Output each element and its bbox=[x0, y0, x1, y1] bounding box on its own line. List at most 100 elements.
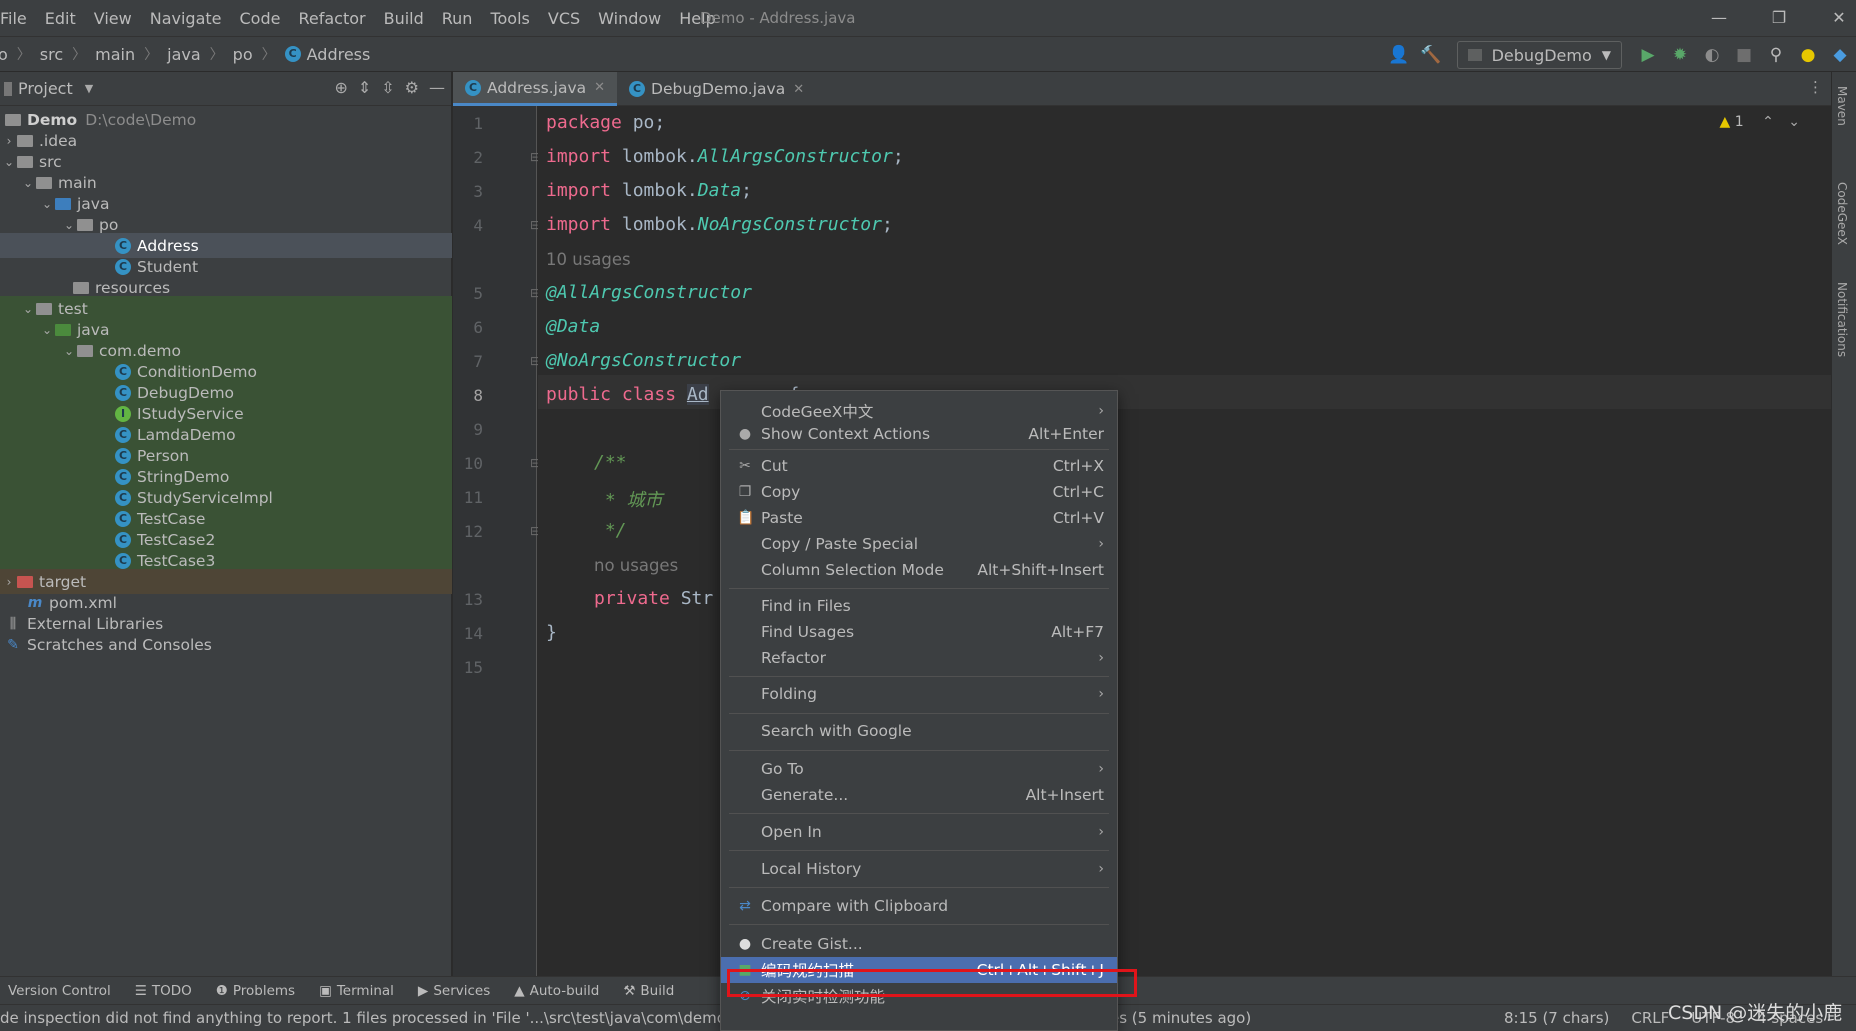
project-title[interactable]: Project bbox=[18, 79, 73, 98]
class-icon: C bbox=[115, 363, 131, 380]
close-icon[interactable]: ✕ bbox=[1824, 6, 1854, 30]
chevron-down-icon[interactable]: ⌄ bbox=[62, 344, 76, 358]
menu-item-search-with-google[interactable]: Search with Google bbox=[721, 718, 1117, 744]
class-icon: C bbox=[115, 468, 131, 485]
chevron-right-icon: › bbox=[1098, 650, 1104, 666]
chevron-down-icon[interactable]: ⌄ bbox=[62, 218, 76, 232]
close-icon[interactable]: ✕ bbox=[793, 82, 804, 97]
menu-item-paste[interactable]: 📋 Paste Ctrl+V bbox=[721, 505, 1117, 531]
menu-item-open-in[interactable]: Open In › bbox=[721, 819, 1117, 845]
menu-refactor[interactable]: Refactor bbox=[289, 9, 374, 28]
menu-item-copy[interactable]: ❐ Copy Ctrl+C bbox=[721, 479, 1117, 505]
codegeex-tool-button[interactable]: CodeGeeX bbox=[1835, 182, 1849, 245]
chevron-down-icon[interactable]: ⌄ bbox=[2, 155, 16, 169]
maven-tool-button[interactable]: Maven bbox=[1835, 86, 1849, 126]
menu-view[interactable]: View bbox=[85, 9, 141, 28]
line-separator[interactable]: CRLF bbox=[1631, 1009, 1669, 1027]
stop-icon[interactable]: ■ bbox=[1728, 45, 1760, 65]
chevron-right-icon: › bbox=[1098, 861, 1104, 877]
chevron-down-icon[interactable]: ▼ bbox=[85, 82, 93, 95]
tree-item-scratches[interactable]: ✎ Scratches and Consoles bbox=[0, 632, 452, 657]
chevron-down-icon[interactable]: ⌄ bbox=[21, 302, 35, 316]
menu-item-compare-with-clipboard[interactable]: ⇄ Compare with Clipboard bbox=[721, 893, 1117, 919]
todo-tool[interactable]: ☰ TODO bbox=[135, 983, 192, 999]
hide-icon[interactable]: — bbox=[429, 78, 445, 97]
class-icon: C bbox=[115, 447, 131, 464]
menu-item-folding[interactable]: Folding › bbox=[721, 681, 1117, 707]
tab-debugdemo-java[interactable]: C DebugDemo.java ✕ bbox=[617, 72, 816, 106]
menu-tools[interactable]: Tools bbox=[481, 9, 538, 28]
collapse-all-icon[interactable]: ⇳ bbox=[381, 78, 394, 97]
close-icon[interactable]: ✕ bbox=[594, 80, 605, 95]
problems-tool[interactable]: ❶ Problems bbox=[216, 983, 295, 999]
menu-item-local-history[interactable]: Local History › bbox=[721, 856, 1117, 882]
chevron-down-icon[interactable]: ⌄ bbox=[1788, 114, 1800, 130]
locate-icon[interactable]: ⊕ bbox=[334, 78, 347, 97]
chevron-down-icon[interactable]: ⌄ bbox=[40, 197, 54, 211]
auto-build-tool[interactable]: ▲ Auto-build bbox=[514, 983, 599, 999]
menu-item-find-in-files[interactable]: Find in Files bbox=[721, 593, 1117, 619]
tab-label: Address.java bbox=[487, 78, 587, 97]
breadcrumb-java[interactable]: java bbox=[167, 45, 201, 64]
restore-icon[interactable]: ❐ bbox=[1764, 6, 1794, 30]
chevron-right-icon[interactable]: › bbox=[2, 134, 16, 148]
menu-item-create-gist[interactable]: ● Create Gist... bbox=[721, 931, 1117, 957]
breadcrumb-main[interactable]: main bbox=[95, 45, 135, 64]
menu-code[interactable]: Code bbox=[231, 9, 290, 28]
chevron-right-icon[interactable]: › bbox=[2, 575, 16, 589]
breadcrumb-project[interactable]: o bbox=[0, 45, 8, 64]
menu-item-refactor[interactable]: Refactor › bbox=[721, 645, 1117, 671]
notifications-tool-button[interactable]: Notifications bbox=[1835, 282, 1849, 357]
menu-run[interactable]: Run bbox=[433, 9, 482, 28]
status-message[interactable]: de inspection did not find anything to r… bbox=[0, 1009, 743, 1027]
breadcrumb-address[interactable]: Address bbox=[307, 45, 371, 64]
usages-hint[interactable]: no usages bbox=[594, 556, 678, 575]
run-configuration-selector[interactable]: DebugDemo ▼ bbox=[1456, 41, 1622, 69]
menu-item-column-selection-mode[interactable]: Column Selection Mode Alt+Shift+Insert bbox=[721, 557, 1117, 583]
run-icon[interactable]: ▶ bbox=[1632, 45, 1664, 65]
gear-icon[interactable]: ⚙ bbox=[405, 78, 419, 97]
coverage-icon[interactable]: ◐ bbox=[1696, 45, 1728, 65]
user-icon[interactable]: 👤 bbox=[1383, 45, 1415, 65]
class-icon: C bbox=[115, 237, 131, 254]
chevron-up-icon[interactable]: ⌃ bbox=[1762, 114, 1774, 130]
caret-position[interactable]: 8:15 (7 chars) bbox=[1504, 1009, 1609, 1027]
debug-icon[interactable]: ✹ bbox=[1664, 45, 1696, 65]
hammer-icon[interactable]: 🔨 bbox=[1415, 45, 1447, 65]
version-control-tool[interactable]: Version Control bbox=[8, 983, 111, 999]
class-icon: C bbox=[629, 81, 646, 97]
menu-item-cut[interactable]: ✂ Cut Ctrl+X bbox=[721, 453, 1117, 479]
line-number: 6 bbox=[473, 318, 483, 337]
breadcrumb-po[interactable]: po bbox=[233, 45, 253, 64]
usages-hint[interactable]: 10 usages bbox=[546, 250, 631, 269]
menu-file[interactable]: File bbox=[0, 9, 36, 28]
menu-item-go-to[interactable]: Go To › bbox=[721, 756, 1117, 782]
breadcrumb-src[interactable]: src bbox=[40, 45, 63, 64]
menu-build[interactable]: Build bbox=[375, 9, 433, 28]
chevron-down-icon[interactable]: ⌄ bbox=[21, 176, 35, 190]
minimize-icon[interactable]: — bbox=[1704, 6, 1734, 30]
list-icon: ☰ bbox=[134, 982, 147, 999]
chevron-down-icon[interactable]: ⌄ bbox=[40, 323, 54, 337]
menu-item-copy-paste-special[interactable]: Copy / Paste Special › bbox=[721, 531, 1117, 557]
plugin-icon[interactable]: ◆ bbox=[1824, 45, 1856, 65]
menu-edit[interactable]: Edit bbox=[36, 9, 85, 28]
menu-item-show-context-actions[interactable]: ● Show Context Actions Alt+Enter bbox=[721, 421, 1117, 447]
menu-navigate[interactable]: Navigate bbox=[141, 9, 231, 28]
terminal-tool[interactable]: ▣ Terminal bbox=[319, 983, 394, 999]
expand-all-icon[interactable]: ⇕ bbox=[358, 78, 371, 97]
update-icon[interactable]: ● bbox=[1792, 45, 1824, 65]
menu-vcs[interactable]: VCS bbox=[539, 9, 589, 28]
build-tool[interactable]: ⚒ Build bbox=[623, 983, 674, 999]
services-tool[interactable]: ▶ Services bbox=[418, 983, 490, 999]
menu-window[interactable]: Window bbox=[589, 9, 670, 28]
more-icon[interactable]: ⋮ bbox=[1808, 78, 1823, 96]
right-tool-strip: Maven CodeGeeX Notifications bbox=[1831, 72, 1856, 976]
search-icon[interactable]: ⚲ bbox=[1760, 45, 1792, 65]
lightbulb-icon: ● bbox=[738, 426, 752, 442]
tab-address-java[interactable]: C Address.java ✕ bbox=[453, 72, 618, 106]
menu-item-generate[interactable]: Generate... Alt+Insert bbox=[721, 782, 1117, 808]
line-number: 8 bbox=[473, 386, 483, 405]
inspection-widget[interactable]: ▲ 1 ⌃ ⌄ bbox=[1719, 114, 1800, 130]
menu-item-find-usages[interactable]: Find Usages Alt+F7 bbox=[721, 619, 1117, 645]
